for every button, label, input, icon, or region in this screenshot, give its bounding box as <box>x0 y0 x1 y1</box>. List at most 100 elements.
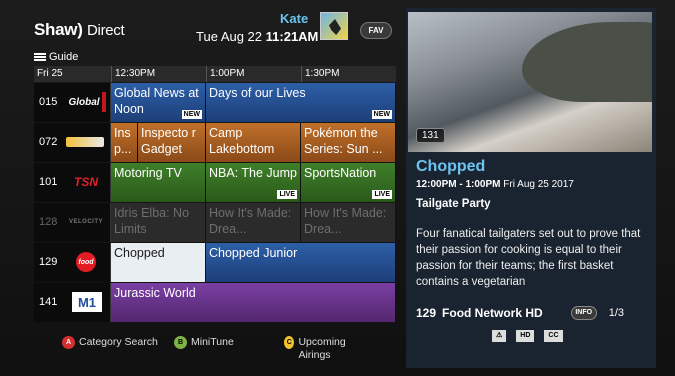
guide-grid-icon <box>34 52 46 62</box>
food-logo: food <box>76 252 96 272</box>
channel-cell[interactable]: 128 VELOCITY <box>34 203 111 242</box>
fav-button[interactable]: FAV <box>360 22 392 39</box>
program-cell[interactable]: Pokémon the Series: Sun ... <box>301 123 396 162</box>
legend-label: Category Search <box>79 336 158 348</box>
program-info: Chopped 12:00PM - 1:00PM Fri Aug 25 2017… <box>416 158 648 290</box>
program-track: Jurassic World <box>111 283 396 322</box>
brand-suffix: Direct <box>87 22 125 39</box>
m1-logo: M1 <box>72 292 102 312</box>
new-badge: NEW <box>181 110 202 119</box>
legend-label: Upcoming Airings <box>298 336 346 361</box>
program-title: Pokémon the Series: Sun ... <box>304 126 383 156</box>
channel-row: 141 M1 Jurassic World <box>34 283 396 322</box>
channel-cell[interactable]: 072 <box>34 123 111 162</box>
channel-number: 101 <box>39 176 58 188</box>
live-badge: LIVE <box>277 190 297 199</box>
program-title: Chopped <box>114 246 165 260</box>
legend-minitune[interactable]: B MiniTune <box>174 336 234 349</box>
program-title: How It's Made: Drea... <box>304 206 387 236</box>
program-description: Four fanatical tailgaters set out to pro… <box>416 228 641 288</box>
program-track: Motoring TV NBA: The Jump LIVE SportsNat… <box>111 163 396 202</box>
program-cell[interactable]: Idris Elba: No Limits <box>111 203 206 242</box>
program-cell[interactable]: Inspecto r Gadget <box>138 123 206 162</box>
channel-row: 129 food Chopped Chopped Junior <box>34 243 396 282</box>
channel-number: 141 <box>39 296 58 308</box>
timebar-slot: 12:30PM <box>111 66 206 82</box>
program-cell[interactable]: How It's Made: Drea... <box>301 203 396 242</box>
program-cell[interactable]: How It's Made: Drea... <box>206 203 301 242</box>
program-schedule: 12:00PM - 1:00PM Fri Aug 25 2017 <box>416 179 648 190</box>
program-cell[interactable]: NBA: The Jump LIVE <box>206 163 301 202</box>
timebar-day: Fri 25 <box>34 66 111 82</box>
current-time: 11:21AM <box>265 29 319 44</box>
channel-number: 015 <box>39 96 58 108</box>
program-title: SportsNation <box>304 166 377 180</box>
guide-panel: Shaw) Direct Kate Tue Aug 22 11:21AM FAV… <box>28 8 398 368</box>
program-detail-panel: 131 Chopped 12:00PM - 1:00PM Fri Aug 25 … <box>406 8 656 368</box>
channel-number: 072 <box>39 136 58 148</box>
program-cell[interactable]: SportsNation LIVE <box>301 163 396 202</box>
program-title: Motoring TV <box>114 166 182 180</box>
time-bar: Fri 25 12:30PM 1:00PM 1:30PM <box>34 66 396 82</box>
detail-channel-number: 129 <box>416 306 437 320</box>
live-preview-video: 131 <box>408 12 652 152</box>
channel-cell[interactable]: 141 M1 <box>34 283 111 322</box>
program-cell[interactable]: Ins p... <box>111 123 138 162</box>
program-cell[interactable]: Days of our Lives NEW <box>206 83 396 122</box>
channel-cell[interactable]: 101 TSN <box>34 163 111 202</box>
channel-number: 128 <box>39 216 58 228</box>
velocity-logo: VELOCITY <box>68 219 103 225</box>
avatar-bird-icon <box>329 19 341 35</box>
preview-channel-number: 131 <box>416 128 445 143</box>
guide-grid: 015 Global Global News at Noon NEW Days … <box>34 83 396 323</box>
hd-badge: HD <box>516 330 535 342</box>
program-cell[interactable]: Motoring TV <box>111 163 206 202</box>
legend-upcoming-airings[interactable]: C Upcoming Airings <box>284 336 364 362</box>
legend-label: MiniTune <box>191 336 234 348</box>
program-title: Chopped Junior <box>209 246 298 260</box>
user-name: Kate <box>280 11 309 26</box>
program-title: Days of our Lives <box>209 86 306 100</box>
channel-cell[interactable]: 015 Global <box>34 83 111 122</box>
program-title: Camp Lakebottom <box>209 126 275 156</box>
program-cell[interactable]: Global News at Noon NEW <box>111 83 206 122</box>
user-avatar[interactable] <box>320 12 348 40</box>
channel-cell[interactable]: 129 food <box>34 243 111 282</box>
channel-logo <box>66 137 104 147</box>
legend-category-search[interactable]: A Category Search <box>62 336 158 349</box>
channel-row: 072 Ins p... Inspecto r Gadget Camp Lake… <box>34 123 396 162</box>
timebar-slot: 1:30PM <box>301 66 396 82</box>
episode-title: Tailgate Party <box>416 198 491 210</box>
timebar-slot: 1:00PM <box>206 66 301 82</box>
channel-info-line: 129 Food Network HD INFO 1/3 <box>416 306 648 320</box>
program-track: Ins p... Inspecto r Gadget Camp Lakebott… <box>111 123 396 162</box>
shaw-direct-logo: Shaw) Direct <box>34 20 125 39</box>
channel-row: 128 VELOCITY Idris Elba: No Limits How I… <box>34 203 396 242</box>
rating-warning-icon: ⚠ <box>492 330 507 342</box>
current-date: Tue Aug 22 <box>196 29 263 44</box>
tsn-logo: TSN <box>74 175 98 189</box>
guide-label: Guide <box>49 51 79 63</box>
program-track: Global News at Noon NEW Days of our Live… <box>111 83 396 122</box>
program-cell[interactable]: Camp Lakebottom <box>206 123 301 162</box>
channel-row: 101 TSN Motoring TV NBA: The Jump LIVE S… <box>34 163 396 202</box>
program-title: Ins p... <box>114 126 132 156</box>
program-badges: ⚠ HD CC <box>492 330 563 342</box>
tv-guide-screen: Shaw) Direct Kate Tue Aug 22 11:21AM FAV… <box>0 0 675 376</box>
program-title: How It's Made: Drea... <box>209 206 292 236</box>
info-button[interactable]: INFO <box>570 306 597 320</box>
new-badge: NEW <box>371 110 392 119</box>
program-title: Jurassic World <box>114 286 196 300</box>
program-cell[interactable]: Jurassic World <box>111 283 396 322</box>
program-title: NBA: The Jump <box>209 166 298 180</box>
program-title: Chopped <box>416 158 486 175</box>
a-button-icon: A <box>62 336 75 349</box>
program-cell-selected[interactable]: Chopped <box>111 243 206 282</box>
current-datetime: Tue Aug 22 11:21AM <box>196 29 318 44</box>
program-track: Chopped Chopped Junior <box>111 243 396 282</box>
program-title: Inspecto r Gadget <box>141 126 196 156</box>
program-cell[interactable]: Chopped Junior <box>206 243 396 282</box>
video-scene-rock <box>522 22 652 102</box>
guide-heading: Guide <box>34 51 78 63</box>
page-indicator: 1/3 <box>608 307 624 319</box>
